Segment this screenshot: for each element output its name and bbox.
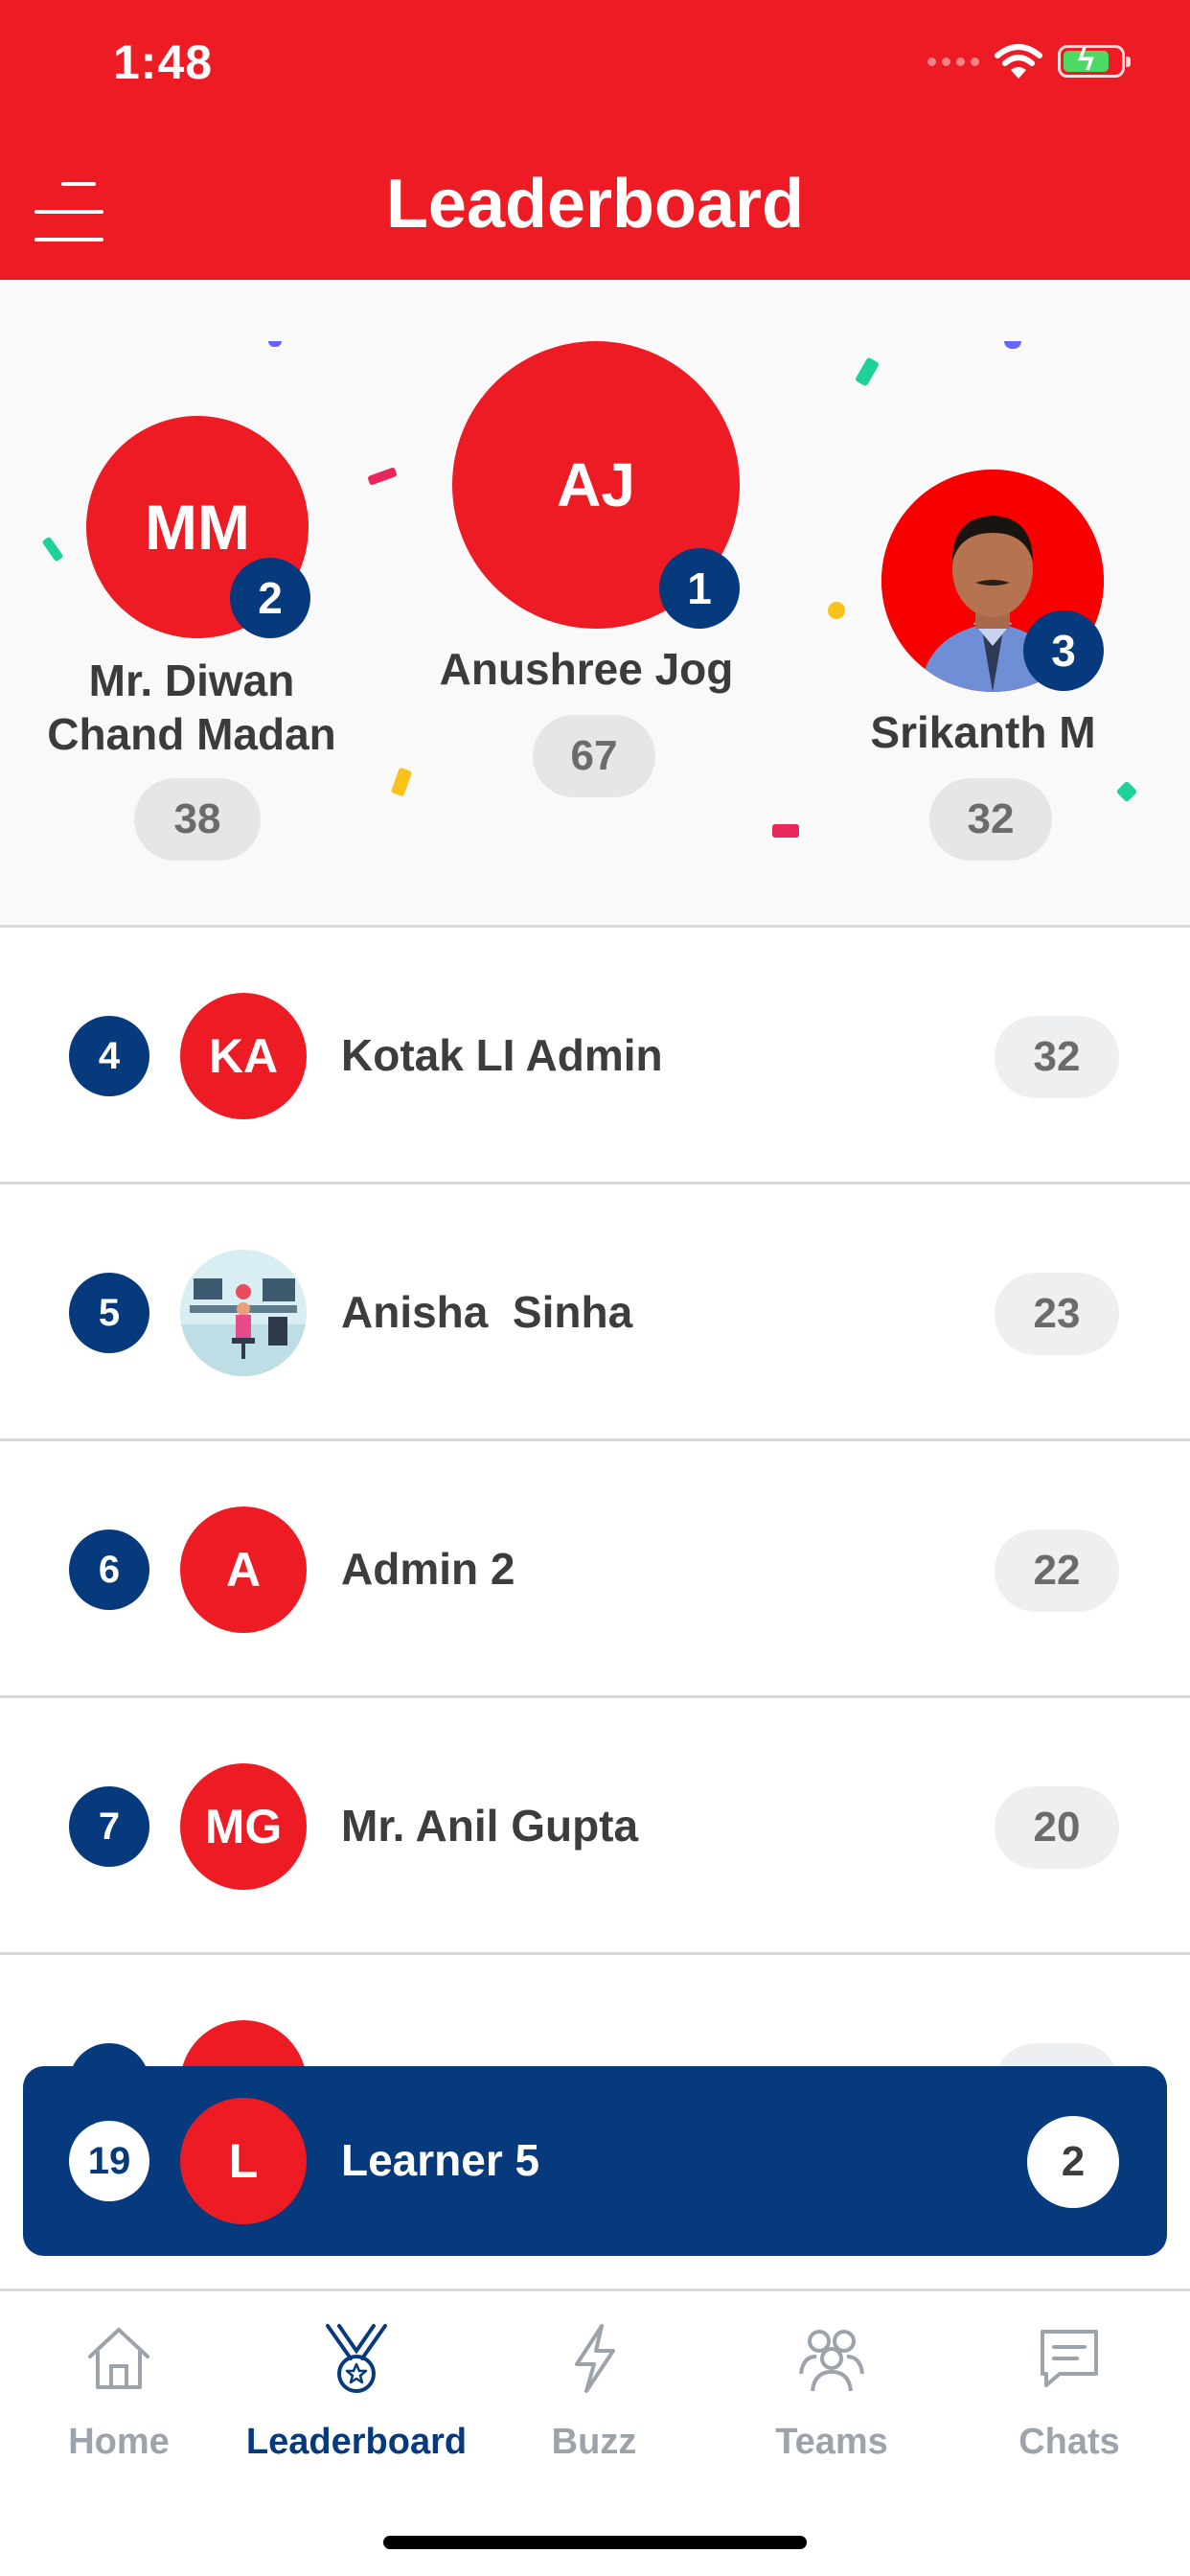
current-user-rank: 19 <box>69 2121 149 2201</box>
row-rank-badge: 4 <box>69 1016 149 1096</box>
podium-name-third: Srikanth M <box>870 707 1096 757</box>
row-avatar-photo <box>180 1250 307 1376</box>
rank-badge-third: 3 <box>1023 610 1104 691</box>
row-score: 20 <box>995 1786 1119 1869</box>
leaderboard-row[interactable]: 7 MG Mr. Anil Gupta 20 <box>0 1698 1190 1955</box>
people-icon <box>799 2330 864 2392</box>
tab-leaderboard[interactable]: Leaderboard <box>238 2320 475 2483</box>
podium-name-second-line2: Chand Madan <box>47 709 336 759</box>
bottom-tab-bar: Home Leaderboard Buzz Teams Chats <box>0 2288 1190 2576</box>
leaderboard-row[interactable]: 6 A Admin 2 22 <box>0 1441 1190 1698</box>
score-third: 32 <box>929 778 1052 861</box>
battery-icon: ϟ <box>1058 44 1131 78</box>
podium: MM 2 Mr. Diwan Chand Madan 38 AJ 1 Anush… <box>0 280 1190 928</box>
current-user-avatar: L <box>180 2098 307 2224</box>
tab-chats[interactable]: Chats <box>950 2320 1188 2483</box>
medal-icon <box>326 2324 387 2393</box>
row-name: Admin 2 <box>341 1544 515 1594</box>
score-first: 67 <box>533 715 655 797</box>
tab-chats-label: Chats <box>1018 2422 1120 2462</box>
leaderboard-row[interactable]: 4 KA Kotak LI Admin 32 <box>0 928 1190 1184</box>
status-time: 1:48 <box>113 35 214 89</box>
score-second: 38 <box>134 778 261 861</box>
row-rank-badge: 7 <box>69 1786 149 1867</box>
row-name: Mr. Anil Gupta <box>341 1801 639 1851</box>
podium-name-second: Mr. Diwan Chand Madan <box>0 654 383 761</box>
wifi-icon <box>995 44 1042 79</box>
tab-teams-label: Teams <box>775 2422 888 2462</box>
tab-buzz-label: Buzz <box>551 2422 637 2462</box>
row-name: Anisha Sinha <box>341 1287 633 1337</box>
row-avatar: KA <box>180 993 307 1119</box>
current-user-name: Learner 5 <box>341 2135 540 2185</box>
row-score: 32 <box>995 1016 1119 1098</box>
tab-home[interactable]: Home <box>0 2320 238 2483</box>
row-avatar: A <box>180 1506 307 1633</box>
row-avatar: MG <box>180 1763 307 1890</box>
cellular-signal-icon <box>927 57 979 66</box>
tab-leaderboard-label: Leaderboard <box>245 2422 468 2462</box>
tab-buzz[interactable]: Buzz <box>475 2320 713 2483</box>
tab-teams[interactable]: Teams <box>713 2320 950 2483</box>
rank-badge-first: 1 <box>659 548 740 629</box>
current-user-rank-bar[interactable]: 19 L Learner 5 2 <box>23 2066 1167 2256</box>
home-icon <box>88 2328 149 2389</box>
page-title: Leaderboard <box>385 166 805 242</box>
home-indicator <box>383 2536 807 2549</box>
podium-name-second-line1: Mr. Diwan <box>88 656 295 705</box>
leaderboard-row[interactable]: 5 Anisha Sinha 23 <box>0 1184 1190 1441</box>
podium-name-first: Anushree Jog <box>439 644 734 694</box>
app-header: 1:48 ϟ Leaderboard <box>0 0 1190 280</box>
row-score: 22 <box>995 1530 1119 1612</box>
row-score: 23 <box>995 1273 1119 1355</box>
chat-icon <box>1041 2330 1098 2387</box>
office-illustration-icon <box>180 1250 307 1376</box>
tab-home-label: Home <box>68 2422 170 2462</box>
bolt-icon <box>575 2324 615 2393</box>
row-name: Kotak LI Admin <box>341 1030 663 1080</box>
row-rank-badge: 5 <box>69 1273 149 1353</box>
row-rank-badge: 6 <box>69 1530 149 1610</box>
rank-badge-second: 2 <box>230 558 310 638</box>
current-user-score: 2 <box>1027 2116 1119 2208</box>
status-indicators: ϟ <box>927 42 1131 80</box>
